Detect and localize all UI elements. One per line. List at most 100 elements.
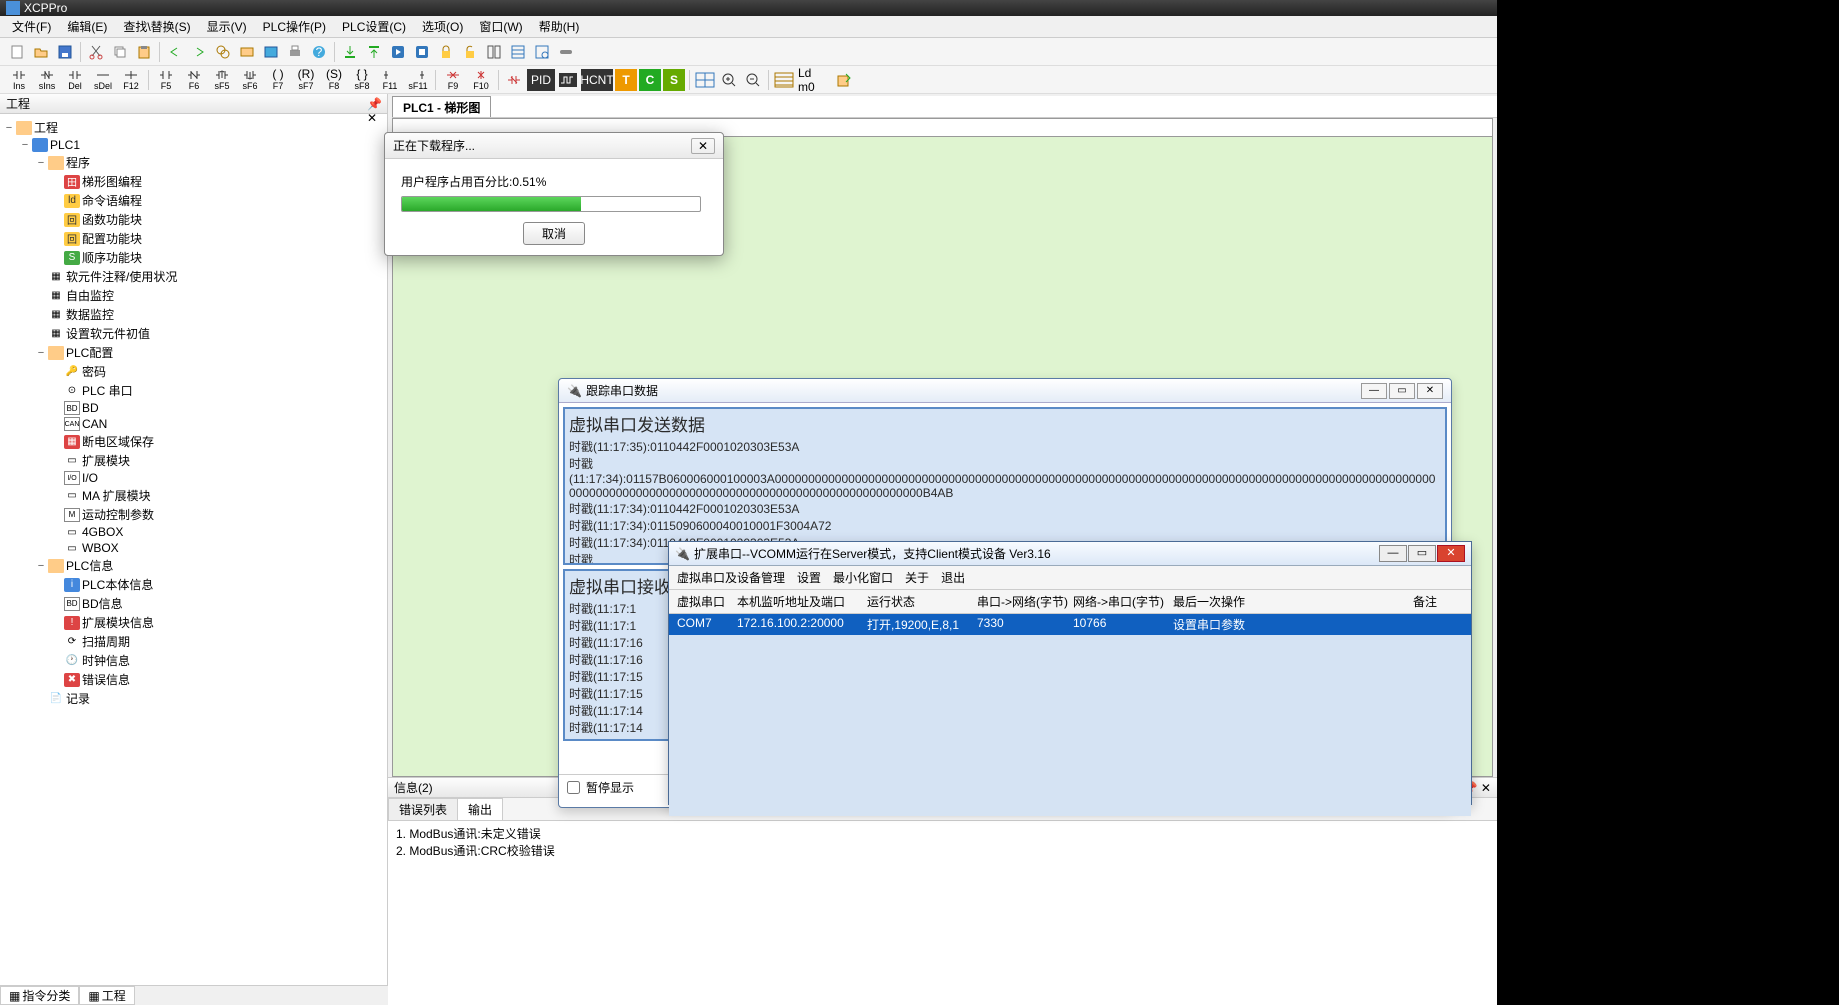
tb-icon-e[interactable] [531, 41, 553, 63]
stop-icon[interactable] [411, 41, 433, 63]
cut-icon[interactable] [85, 41, 107, 63]
copy-icon[interactable] [109, 41, 131, 63]
sf11-icon[interactable]: sF11 [405, 67, 431, 93]
f6-icon[interactable]: F6 [181, 67, 207, 93]
run-icon[interactable] [387, 41, 409, 63]
tree-io[interactable]: I/O [82, 471, 98, 485]
tree-serial[interactable]: PLC 串口 [82, 382, 133, 399]
vcomm-menu-exit[interactable]: 退出 [941, 569, 965, 586]
doc-tab-plc1[interactable]: PLC1 - 梯形图 [392, 96, 491, 117]
tree-bdinfo[interactable]: BD信息 [82, 595, 123, 612]
menu-file[interactable]: 文件(F) [4, 16, 59, 37]
tree-root[interactable]: 工程 [34, 119, 58, 136]
upload-icon[interactable] [363, 41, 385, 63]
col-state[interactable]: 运行状态 [867, 593, 977, 610]
pause-checkbox[interactable] [567, 781, 580, 794]
tab-output[interactable]: 输出 [457, 798, 503, 820]
hcnt-icon[interactable]: HCNT [581, 69, 613, 91]
del-icon[interactable]: Del [62, 67, 88, 93]
tree-ladder[interactable]: 梯形图编程 [82, 173, 142, 190]
tree-func[interactable]: 函数功能块 [82, 211, 142, 228]
tb-icon-b[interactable] [260, 41, 282, 63]
tree-4g[interactable]: 4GBOX [82, 525, 123, 539]
tree-ext[interactable]: 扩展模块 [82, 452, 130, 469]
zoom-out-icon[interactable] [742, 69, 764, 91]
menu-search[interactable]: 查找\替换(S) [115, 16, 198, 37]
s-icon[interactable]: S [663, 69, 685, 91]
sf5-icon[interactable]: sF5 [209, 67, 235, 93]
save-icon[interactable] [54, 41, 76, 63]
tree-pwd[interactable]: 密码 [82, 363, 106, 380]
sf8-icon[interactable]: { }sF8 [349, 67, 375, 93]
pid-icon[interactable]: PID [527, 69, 555, 91]
unlock-icon[interactable] [459, 41, 481, 63]
vcomm-menu-set[interactable]: 设置 [797, 569, 821, 586]
open-icon[interactable] [30, 41, 52, 63]
f11-icon[interactable]: F11 [377, 67, 403, 93]
col-port[interactable]: 虚拟串口 [677, 593, 737, 610]
sf7-icon[interactable]: (R)sF7 [293, 67, 319, 93]
grid-icon[interactable] [694, 69, 716, 91]
c-icon[interactable]: C [639, 69, 661, 91]
help-icon[interactable]: ? [308, 41, 330, 63]
tree-clock[interactable]: 时钟信息 [82, 652, 130, 669]
close-icon[interactable]: ✕ [1417, 383, 1443, 399]
close-icon[interactable]: ✕ [1437, 545, 1465, 562]
tree-freemon[interactable]: 自由监控 [66, 287, 114, 304]
redo-icon[interactable] [188, 41, 210, 63]
f5-icon[interactable]: F5 [153, 67, 179, 93]
maximize-icon[interactable]: ▭ [1408, 545, 1436, 562]
paste-icon[interactable] [133, 41, 155, 63]
tree-plc[interactable]: PLC1 [50, 138, 80, 152]
sdel-icon[interactable]: sDel [90, 67, 116, 93]
f9-icon[interactable]: F9 [440, 67, 466, 93]
vcomm-menu-about[interactable]: 关于 [905, 569, 929, 586]
tree-can[interactable]: CAN [82, 417, 107, 431]
tree-plcinfo[interactable]: PLC信息 [66, 557, 113, 574]
close-icon[interactable]: ✕ [691, 138, 715, 154]
lock-icon[interactable] [435, 41, 457, 63]
ins-icon[interactable]: Ins [6, 67, 32, 93]
ldm0-icon[interactable]: Ld m0 [797, 69, 831, 91]
table-icon[interactable] [773, 69, 795, 91]
vcomm-list[interactable]: COM7 172.16.100.2:20000 打开,19200,E,8,1 7… [669, 614, 1471, 816]
f10-icon[interactable]: F10 [468, 67, 494, 93]
vcomm-menu-mgr[interactable]: 虚拟串口及设备管理 [677, 569, 785, 586]
f8-icon[interactable]: (S)F8 [321, 67, 347, 93]
btab-proj[interactable]: ▦工程 [79, 986, 134, 1005]
tree-seq[interactable]: 顺序功能块 [82, 249, 142, 266]
tree-retain[interactable]: 断电区域保存 [82, 433, 154, 450]
tb-icon-d[interactable] [507, 41, 529, 63]
tree-ma[interactable]: MA 扩展模块 [82, 487, 151, 504]
project-tree[interactable]: −工程 −PLC1 −程序 田梯形图编程 ld命令语编程 回函数功能块 回配置功… [0, 114, 387, 1005]
menu-options[interactable]: 选项(O) [414, 16, 471, 37]
vcomm-menu-min[interactable]: 最小化窗口 [833, 569, 893, 586]
menu-window[interactable]: 窗口(W) [471, 16, 530, 37]
tree-wbox[interactable]: WBOX [82, 541, 119, 555]
btab-instr[interactable]: ▦指令分类 [0, 986, 79, 1005]
tree-bd[interactable]: BD [82, 401, 99, 415]
tree-extinfo[interactable]: 扩展模块信息 [82, 614, 154, 631]
tb-icon-a[interactable] [236, 41, 258, 63]
sins-icon[interactable]: sIns [34, 67, 60, 93]
tree-cfg-fb[interactable]: 配置功能块 [82, 230, 142, 247]
new-icon[interactable] [6, 41, 28, 63]
col-note[interactable]: 备注 [1413, 593, 1463, 610]
zoom-in-icon[interactable] [718, 69, 740, 91]
tree-datamon[interactable]: 数据监控 [66, 306, 114, 323]
download-icon[interactable] [339, 41, 361, 63]
undo-icon[interactable] [164, 41, 186, 63]
col-n2s[interactable]: 网络->串口(字节) [1073, 593, 1173, 610]
minimize-icon[interactable]: — [1361, 383, 1387, 399]
tree-il[interactable]: 命令语编程 [82, 192, 142, 209]
tb-icon-c[interactable] [483, 41, 505, 63]
export-icon[interactable] [833, 69, 855, 91]
tree-comment[interactable]: 软元件注释/使用状况 [66, 268, 177, 285]
menu-plc-op[interactable]: PLC操作(P) [255, 16, 334, 37]
col-s2n[interactable]: 串口->网络(字节) [977, 593, 1073, 610]
menu-edit[interactable]: 编辑(E) [59, 16, 115, 37]
tree-plccfg[interactable]: PLC配置 [66, 344, 113, 361]
pin-icon[interactable]: 📌 ✕ [367, 97, 381, 111]
vcomm-row[interactable]: COM7 172.16.100.2:20000 打开,19200,E,8,1 7… [669, 614, 1471, 635]
sf6-icon[interactable]: sF6 [237, 67, 263, 93]
